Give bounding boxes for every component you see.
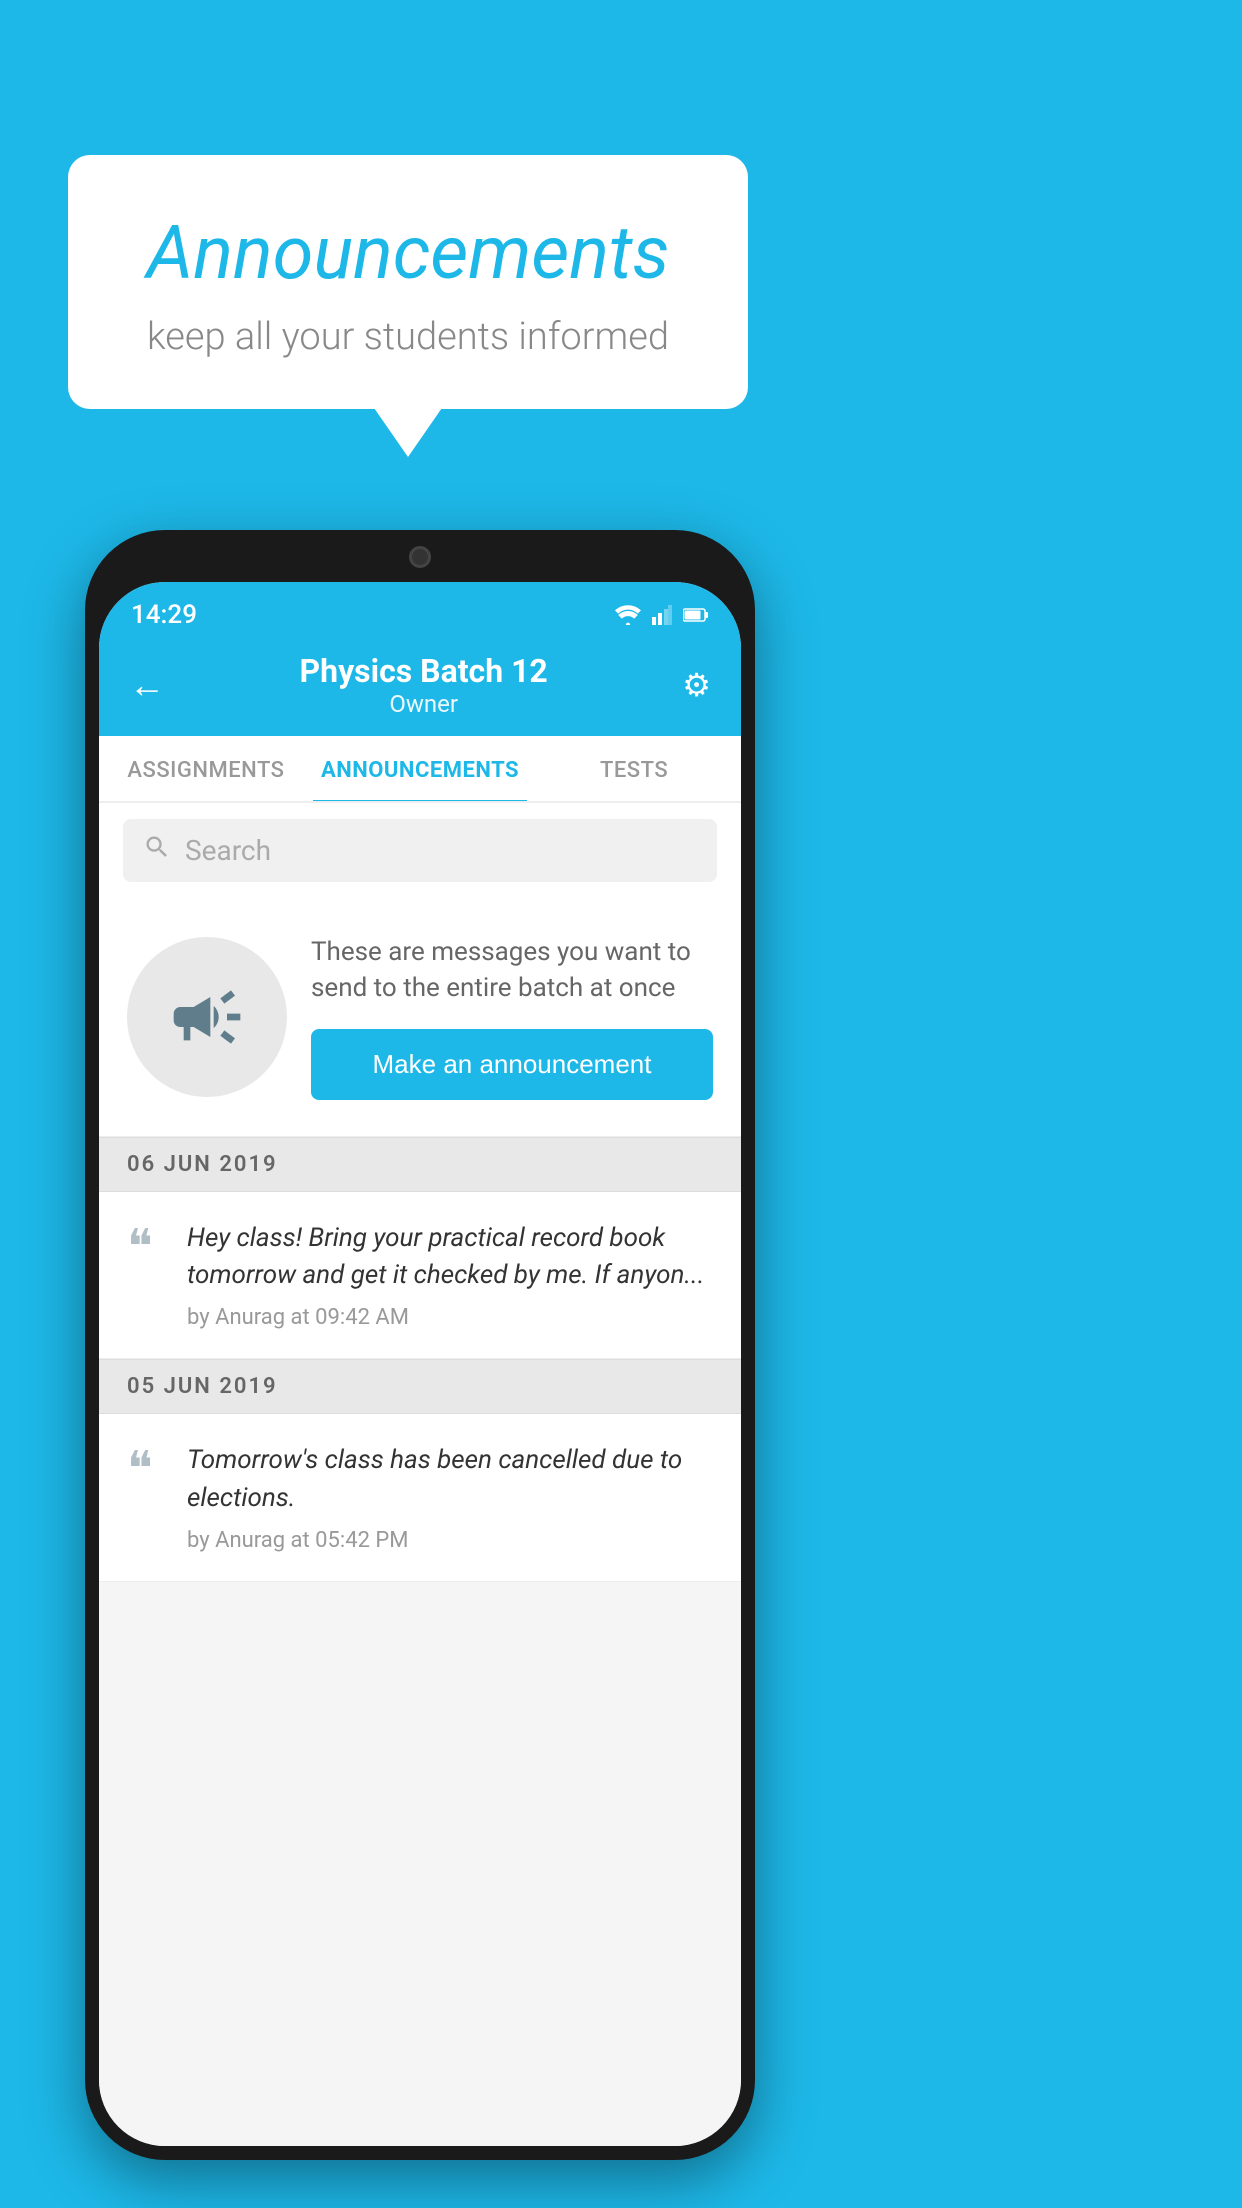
make-announcement-button[interactable]: Make an announcement [311, 1029, 713, 1100]
app-header: ← Physics Batch 12 Owner ⚙ [99, 638, 741, 736]
speech-bubble: Announcements keep all your students inf… [68, 155, 748, 409]
announcement-item-2: ❝ Tomorrow's class has been cancelled du… [99, 1414, 741, 1581]
search-placeholder: Search [185, 834, 271, 867]
bubble-subtitle: keep all your students informed [128, 315, 688, 359]
phone-notch [330, 530, 510, 582]
announcement-content-1: Hey class! Bring your practical record b… [187, 1220, 713, 1330]
announcement-text-2: Tomorrow's class has been cancelled due … [187, 1442, 713, 1517]
camera [409, 546, 431, 568]
promo-description: These are messages you want to send to t… [311, 934, 713, 1007]
settings-icon[interactable]: ⚙ [682, 666, 711, 704]
phone-frame: 14:29 [85, 530, 755, 2160]
announcement-content-2: Tomorrow's class has been cancelled due … [187, 1442, 713, 1552]
tab-tests[interactable]: TESTS [527, 736, 741, 801]
tabs-container: ASSIGNMENTS ANNOUNCEMENTS TESTS [99, 736, 741, 803]
announcement-meta-2: by Anurag at 05:42 PM [187, 1528, 713, 1553]
battery-icon [683, 607, 709, 623]
search-bar[interactable]: Search [123, 819, 717, 882]
owner-label: Owner [300, 690, 548, 718]
header-title-area: Physics Batch 12 Owner [300, 652, 548, 718]
status-icons [615, 605, 709, 625]
signal-icon [651, 605, 673, 625]
back-button[interactable]: ← [129, 664, 165, 706]
announcement-icon-circle [127, 937, 287, 1097]
phone-screen: 14:29 [99, 582, 741, 2146]
promo-section: These are messages you want to send to t… [99, 898, 741, 1137]
tab-assignments[interactable]: ASSIGNMENTS [99, 736, 313, 801]
speech-bubble-container: Announcements keep all your students inf… [68, 155, 748, 409]
announcement-meta-1: by Anurag at 09:42 AM [187, 1305, 713, 1330]
quote-icon-1: ❝ [127, 1224, 167, 1272]
announcement-item-1: ❝ Hey class! Bring your practical record… [99, 1192, 741, 1359]
megaphone-icon [167, 977, 247, 1057]
status-bar: 14:29 [99, 582, 741, 638]
status-time: 14:29 [131, 600, 197, 630]
tab-announcements[interactable]: ANNOUNCEMENTS [313, 736, 527, 801]
wifi-icon [615, 605, 641, 625]
search-icon [143, 833, 171, 868]
bubble-title: Announcements [128, 210, 688, 297]
batch-title: Physics Batch 12 [300, 652, 548, 690]
announcement-text-1: Hey class! Bring your practical record b… [187, 1220, 713, 1295]
screen-inner: 14:29 [99, 582, 741, 2146]
quote-icon-2: ❝ [127, 1446, 167, 1494]
date-divider-2: 05 JUN 2019 [99, 1359, 741, 1414]
promo-content: These are messages you want to send to t… [311, 934, 713, 1100]
search-bar-wrapper: Search [99, 803, 741, 898]
content-area: Search These are messages you want to se… [99, 803, 741, 2146]
date-divider-1: 06 JUN 2019 [99, 1137, 741, 1192]
